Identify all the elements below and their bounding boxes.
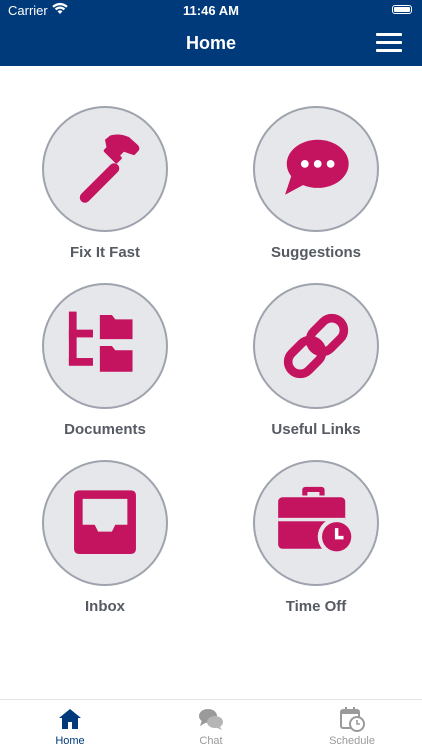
tab-label-schedule: Schedule bbox=[329, 735, 375, 747]
status-bar: Carrier 11:46 AM bbox=[0, 0, 422, 22]
tile-inbox[interactable]: Inbox bbox=[15, 420, 195, 615]
tile-label: Time Off bbox=[285, 598, 347, 615]
calendar-clock-icon bbox=[340, 707, 365, 732]
tab-label-home: Home bbox=[55, 735, 85, 747]
tab-label-chat: Chat bbox=[199, 735, 223, 747]
tab-home[interactable]: Home bbox=[20, 706, 120, 747]
tile-circle bbox=[42, 283, 168, 409]
hammer-icon bbox=[79, 134, 140, 203]
tile-documents[interactable]: Documents bbox=[15, 243, 195, 438]
tile-fix-it-fast[interactable]: Fix It Fast bbox=[15, 66, 195, 261]
link-icon bbox=[283, 313, 349, 379]
tile-circle bbox=[253, 283, 379, 409]
folder-tree-icon bbox=[68, 311, 133, 372]
tab-chat[interactable]: Chat bbox=[161, 706, 261, 747]
tab-schedule[interactable]: Schedule bbox=[302, 706, 402, 747]
header-bar: Carrier 11:46 AM Home bbox=[0, 0, 422, 66]
tile-useful-links[interactable]: Useful Links bbox=[226, 243, 406, 438]
house-icon bbox=[59, 709, 81, 729]
tile-circle bbox=[42, 106, 168, 232]
page-title: Home bbox=[185, 33, 236, 53]
battery-icon bbox=[392, 5, 412, 14]
bottom-tab-bar: Home Chat Schedule bbox=[0, 699, 422, 750]
tile-circle bbox=[253, 106, 379, 232]
speech-bubble-icon bbox=[285, 139, 349, 195]
tile-circle bbox=[253, 460, 379, 586]
tile-label: Inbox bbox=[85, 598, 125, 615]
hamburger-menu-icon[interactable] bbox=[376, 33, 402, 53]
tile-circle bbox=[42, 460, 168, 586]
chat-bubbles-icon bbox=[199, 709, 223, 730]
briefcase-clock-icon bbox=[278, 486, 356, 556]
tile-suggestions[interactable]: Suggestions bbox=[226, 66, 406, 261]
status-time: 11:46 AM bbox=[183, 3, 239, 18]
tile-time-off[interactable]: Time Off bbox=[226, 420, 406, 615]
inbox-tray-icon bbox=[74, 490, 136, 554]
